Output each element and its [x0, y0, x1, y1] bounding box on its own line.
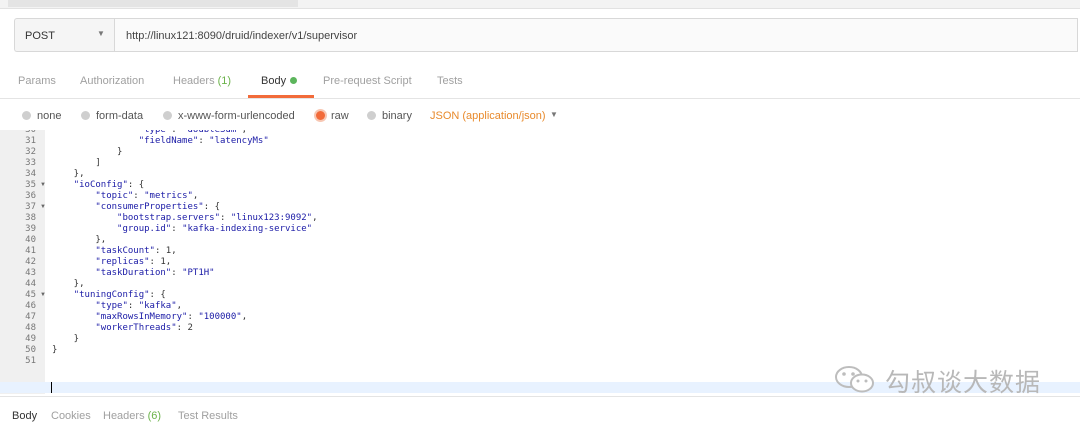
tab-body[interactable]: Body — [261, 75, 298, 87]
tab-label: Tests — [437, 75, 463, 87]
fold-arrow-icon[interactable]: ▼ — [40, 180, 46, 191]
code-line: "taskCount": 1, — [95, 246, 177, 256]
option-label: x-www-form-urlencoded — [178, 110, 295, 122]
line-number: 31 — [25, 136, 36, 146]
response-tab-headers[interactable]: Headers (6) — [103, 410, 161, 422]
code-line: "taskDuration": "PT1H" — [95, 268, 215, 278]
line-number: 48 — [25, 323, 36, 333]
code-line: }, — [52, 235, 107, 245]
content-type-select[interactable]: JSON (application/json) — [430, 110, 546, 122]
url-text: http://linux121:8090/druid/indexer/v1/su… — [126, 30, 358, 42]
code-line: "type": "kafka", — [95, 301, 183, 311]
option-label: binary — [382, 110, 412, 122]
text-cursor — [51, 382, 52, 393]
tab-label: Body — [12, 410, 38, 422]
response-tabs: Body Cookies Headers (6) Test Results — [0, 396, 1080, 426]
body-mode-raw[interactable]: raw — [316, 110, 349, 122]
body-mode-binary[interactable]: binary — [367, 110, 412, 122]
option-label: raw — [331, 110, 349, 122]
url-input[interactable]: http://linux121:8090/druid/indexer/v1/su… — [114, 18, 1078, 52]
code-line: "tuningConfig": { — [73, 290, 166, 300]
line-number: 47 — [25, 312, 36, 322]
tab-label: Cookies — [51, 410, 91, 422]
line-number: 36 — [25, 191, 36, 201]
line-number: 39 — [25, 224, 36, 234]
chevron-down-icon: ▼ — [97, 29, 105, 38]
tab-label: Headers — [103, 410, 145, 422]
line-number: 43 — [25, 268, 36, 278]
option-label: none — [37, 110, 62, 122]
tab-label: Params — [18, 75, 56, 87]
response-tab-test-results[interactable]: Test Results — [178, 410, 238, 422]
code-line: "fieldName": "latencyMs" — [138, 136, 269, 146]
chevron-down-icon[interactable]: ▼ — [550, 110, 558, 119]
body-indicator-dot-icon — [290, 77, 298, 84]
code-line: } — [52, 147, 123, 157]
method-label: POST — [25, 30, 55, 42]
code-line: ] — [52, 158, 101, 168]
body-code-editor[interactable]: 30 "type": "doubleSum", 31 "fieldName": "… — [0, 130, 1080, 394]
fold-arrow-icon[interactable]: ▼ — [40, 290, 46, 301]
response-tab-body[interactable]: Body — [12, 410, 37, 422]
headers-count-badge: (1) — [217, 75, 232, 87]
code-line: "maxRowsInMemory": "100000", — [95, 312, 248, 322]
tab-label: Authorization — [80, 75, 145, 87]
watermark-text: 勾叔谈大数据 — [885, 368, 1042, 397]
tab-label: Pre-request Script — [323, 75, 412, 87]
line-number: 46 — [25, 301, 36, 311]
code-line: "ioConfig": { — [73, 180, 145, 190]
code-line: "topic": "metrics", — [95, 191, 199, 201]
line-number: 35 — [25, 180, 36, 190]
line-number: 33 — [25, 158, 36, 168]
window-top-strip — [0, 0, 1080, 9]
fold-arrow-icon[interactable]: ▼ — [40, 202, 46, 213]
line-number: 51 — [25, 356, 36, 366]
code-line: "workerThreads": 2 — [95, 323, 193, 333]
tab-tests[interactable]: Tests — [437, 75, 463, 87]
line-number: 40 — [25, 235, 36, 245]
code-line: "group.id": "kafka-indexing-service" — [117, 224, 313, 234]
wechat-icon — [835, 366, 874, 393]
body-mode-form-data[interactable]: form-data — [81, 110, 143, 122]
body-mode-options: none form-data x-www-form-urlencoded raw… — [0, 104, 1080, 128]
line-number: 34 — [25, 169, 36, 179]
line-number: 37 — [25, 202, 36, 212]
tab-label: Body — [261, 75, 287, 87]
active-tab-underline — [248, 95, 314, 98]
line-number: 32 — [25, 147, 36, 157]
radio-icon — [81, 111, 90, 120]
response-tab-cookies[interactable]: Cookies — [51, 410, 91, 422]
line-number: 38 — [25, 213, 36, 223]
tab-params[interactable]: Params — [18, 75, 56, 87]
tab-label: Test Results — [178, 410, 238, 422]
line-number: 49 — [25, 334, 36, 344]
option-label: form-data — [96, 110, 144, 122]
code-line: "consumerProperties": { — [95, 202, 220, 212]
tab-headers[interactable]: Headers (1) — [173, 75, 231, 87]
request-tab-strip[interactable] — [8, 0, 298, 7]
code-line: } — [52, 334, 80, 344]
line-number: 50 — [25, 345, 36, 355]
tab-label: Headers — [173, 75, 215, 87]
radio-icon — [367, 111, 376, 120]
line-number: 42 — [25, 257, 36, 267]
radio-selected-icon — [316, 111, 325, 120]
code-line: } — [52, 345, 58, 355]
radio-icon — [22, 111, 31, 120]
code-line: }, — [52, 169, 85, 179]
response-headers-count-badge: (6) — [147, 410, 162, 422]
code-line: "replicas": 1, — [95, 257, 172, 267]
line-number: 41 — [25, 246, 36, 256]
body-mode-none[interactable]: none — [22, 110, 61, 122]
body-mode-urlencoded[interactable]: x-www-form-urlencoded — [163, 110, 295, 122]
tab-authorization[interactable]: Authorization — [80, 75, 144, 87]
code-line: "bootstrap.servers": "linux123:9092", — [117, 213, 318, 223]
request-tabs: Params Authorization Headers (1) Body Pr… — [0, 62, 1080, 99]
code-line: }, — [52, 279, 85, 289]
line-number: 44 — [25, 279, 36, 289]
tab-pre-request-script[interactable]: Pre-request Script — [323, 75, 412, 87]
method-select[interactable]: POST ▼ — [14, 18, 114, 52]
radio-icon — [163, 111, 172, 120]
line-number: 45 — [25, 290, 36, 300]
